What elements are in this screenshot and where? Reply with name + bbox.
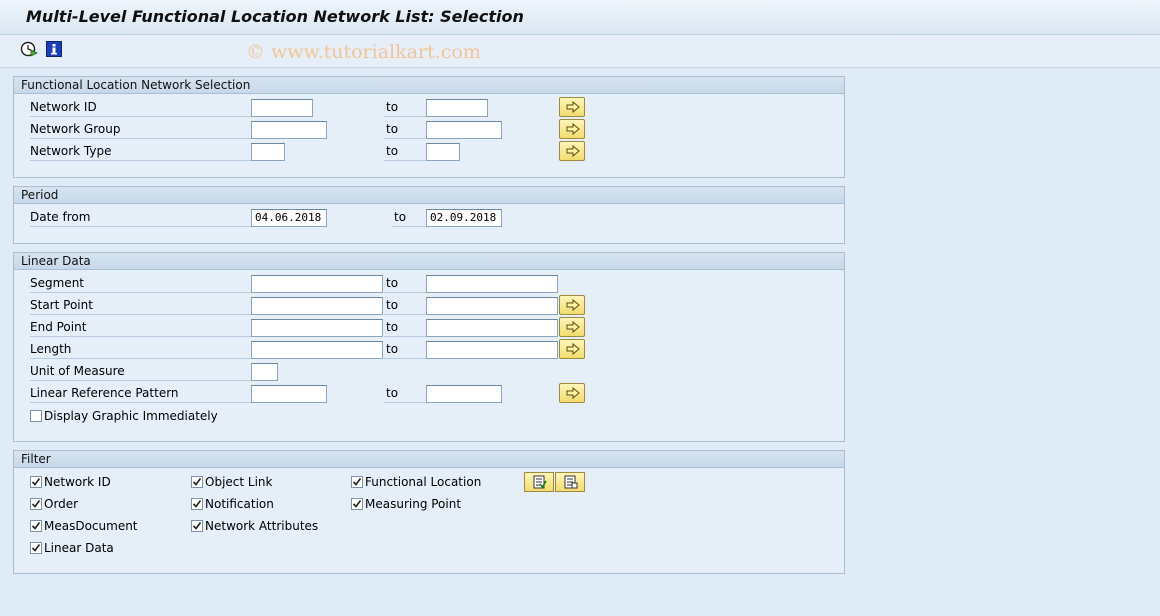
end-point-label: End Point: [30, 319, 254, 337]
checkmark-icon: [192, 522, 202, 530]
checkmark-icon: [31, 544, 41, 552]
to-label: to: [384, 341, 426, 359]
arrow-right-icon: [566, 387, 580, 399]
segment-label: Segment: [30, 275, 254, 293]
to-label: to: [392, 209, 426, 227]
to-label: to: [384, 143, 426, 161]
network-type-from-input[interactable]: [251, 143, 285, 161]
network-selection-group: Functional Location Network Selection Ne…: [13, 76, 845, 178]
arrow-right-icon: [566, 321, 580, 333]
to-label: to: [384, 275, 426, 293]
date-to-input[interactable]: 02.09.2018: [426, 209, 502, 227]
group-title: Linear Data: [14, 253, 844, 270]
arrow-right-icon: [566, 145, 580, 157]
filter-measdocument-checkbox[interactable]: [30, 520, 42, 532]
watermark-text: © www.tutorialkart.com: [246, 41, 481, 63]
unit-of-measure-input[interactable]: [251, 363, 278, 381]
period-group: Period Date from 04.06.2018 to 02.09.201…: [13, 186, 845, 244]
arrow-right-icon: [566, 123, 580, 135]
checkmark-icon: [31, 500, 41, 508]
checkmark-icon: [352, 478, 362, 486]
filter-notification-label: Notification: [205, 497, 274, 511]
checkmark-icon: [192, 478, 202, 486]
checkmark-icon: [352, 500, 362, 508]
filter-linear-data-checkbox[interactable]: [30, 542, 42, 554]
filter-group: Filter Network ID Order MeasDocument Lin…: [13, 450, 845, 574]
deselect-all-button[interactable]: [555, 472, 585, 492]
to-label: to: [384, 297, 426, 315]
date-from-label: Date from: [30, 209, 254, 227]
filter-measuring-point-checkbox[interactable]: [351, 498, 363, 510]
unit-of-measure-label: Unit of Measure: [30, 363, 254, 381]
linear-data-group: Linear Data Segment to Start Point to En…: [13, 252, 845, 442]
filter-network-id-label: Network ID: [44, 475, 111, 489]
length-label: Length: [30, 341, 254, 359]
execute-clock-icon[interactable]: [20, 40, 38, 58]
display-graphic-checkbox[interactable]: [30, 410, 42, 422]
to-label: to: [384, 385, 426, 403]
filter-network-attributes-label: Network Attributes: [205, 519, 319, 533]
length-to-input[interactable]: [426, 341, 558, 359]
segment-from-input[interactable]: [251, 275, 383, 293]
title-bar: Multi-Level Functional Location Network …: [0, 0, 1160, 35]
network-group-to-input[interactable]: [426, 121, 502, 139]
length-from-input[interactable]: [251, 341, 383, 359]
end-point-multiple-selection-button[interactable]: [559, 317, 585, 337]
arrow-right-icon: [566, 343, 580, 355]
linear-reference-pattern-label: Linear Reference Pattern: [30, 385, 254, 403]
network-id-multiple-selection-button[interactable]: [559, 97, 585, 117]
start-point-label: Start Point: [30, 297, 254, 315]
network-id-from-input[interactable]: [251, 99, 313, 117]
segment-to-input[interactable]: [426, 275, 558, 293]
network-type-multiple-selection-button[interactable]: [559, 141, 585, 161]
group-title: Period: [14, 187, 844, 204]
to-label: to: [384, 99, 426, 117]
filter-order-checkbox[interactable]: [30, 498, 42, 510]
filter-measdocument-label: MeasDocument: [44, 519, 138, 533]
filter-object-link-checkbox[interactable]: [191, 476, 203, 488]
page-title: Multi-Level Functional Location Network …: [26, 7, 524, 26]
display-graphic-label: Display Graphic Immediately: [44, 409, 218, 423]
checkmark-icon: [192, 500, 202, 508]
length-multiple-selection-button[interactable]: [559, 339, 585, 359]
filter-functional-location-checkbox[interactable]: [351, 476, 363, 488]
start-point-multiple-selection-button[interactable]: [559, 295, 585, 315]
deselect-all-icon: [564, 475, 578, 489]
filter-functional-location-label: Functional Location: [365, 475, 482, 489]
end-point-from-input[interactable]: [251, 319, 383, 337]
filter-network-attributes-checkbox[interactable]: [191, 520, 203, 532]
network-id-to-input[interactable]: [426, 99, 488, 117]
network-group-label: Network Group: [30, 121, 254, 139]
to-label: to: [384, 319, 426, 337]
arrow-right-icon: [566, 299, 580, 311]
filter-order-label: Order: [44, 497, 79, 511]
select-all-button[interactable]: [524, 472, 554, 492]
linear-reference-pattern-to-input[interactable]: [426, 385, 502, 403]
filter-linear-data-label: Linear Data: [44, 541, 114, 555]
linear-reference-pattern-from-input[interactable]: [251, 385, 327, 403]
start-point-from-input[interactable]: [251, 297, 383, 315]
network-type-label: Network Type: [30, 143, 254, 161]
group-title: Functional Location Network Selection: [14, 77, 844, 94]
end-point-to-input[interactable]: [426, 319, 558, 337]
start-point-to-input[interactable]: [426, 297, 558, 315]
to-label: to: [384, 121, 426, 139]
filter-notification-checkbox[interactable]: [191, 498, 203, 510]
date-from-input[interactable]: 04.06.2018: [251, 209, 327, 227]
checkmark-icon: [31, 478, 41, 486]
network-group-from-input[interactable]: [251, 121, 327, 139]
checkmark-icon: [31, 522, 41, 530]
filter-object-link-label: Object Link: [205, 475, 273, 489]
linear-reference-pattern-multiple-selection-button[interactable]: [559, 383, 585, 403]
filter-network-id-checkbox[interactable]: [30, 476, 42, 488]
info-icon[interactable]: [45, 40, 63, 58]
application-toolbar: © www.tutorialkart.com: [0, 35, 1160, 68]
network-group-multiple-selection-button[interactable]: [559, 119, 585, 139]
select-all-icon: [533, 475, 547, 489]
group-title: Filter: [14, 451, 844, 468]
filter-measuring-point-label: Measuring Point: [365, 497, 462, 511]
arrow-right-icon: [566, 101, 580, 113]
network-type-to-input[interactable]: [426, 143, 460, 161]
network-id-label: Network ID: [30, 99, 254, 117]
